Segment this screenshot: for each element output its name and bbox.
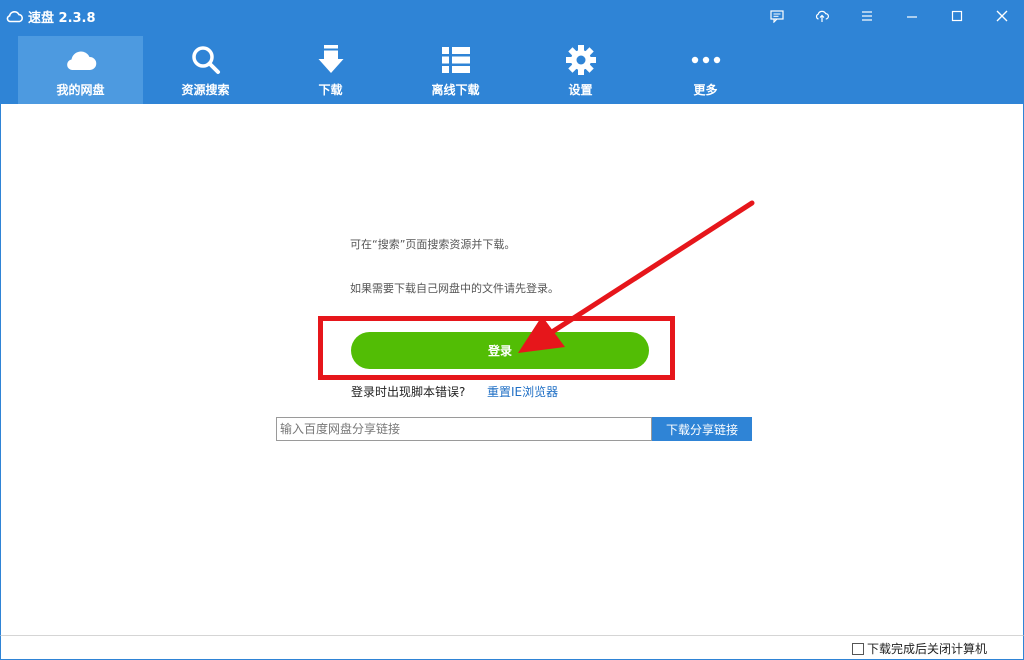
cloud-logo-icon: [6, 10, 23, 23]
nav-more[interactable]: 更多: [643, 36, 768, 104]
nav-label: 离线下载: [431, 83, 480, 97]
script-error-text: 登录时出现脚本错误?: [351, 385, 466, 399]
maximize-icon: [951, 10, 962, 22]
nav-label: 资源搜索: [181, 83, 230, 97]
nav-resource-search[interactable]: 资源搜索: [143, 36, 268, 104]
close-button[interactable]: [979, 0, 1024, 32]
main-nav: 我的网盘 资源搜索 下载 离线下载 设置 更多: [18, 36, 768, 104]
app-title-area: 速盘 2.3.8: [6, 6, 96, 26]
chat-button[interactable]: [754, 0, 799, 32]
reset-ie-link[interactable]: 重置IE浏览器: [487, 383, 558, 400]
main-content: [0, 104, 1024, 635]
download-share-button[interactable]: 下载分享链接: [652, 417, 752, 441]
close-icon: [996, 10, 1007, 22]
search-hint-text: 可在“搜索”页面搜索资源并下载。: [350, 238, 516, 251]
download-icon: [318, 45, 343, 73]
nav-my-disk[interactable]: 我的网盘: [18, 36, 143, 104]
window-controls: [754, 0, 1024, 32]
search-icon: [191, 46, 220, 74]
title-bar: 速盘 2.3.8 我的网盘 资源搜索 下载 离线下载 设置 更多: [0, 0, 1024, 104]
minimize-icon: [906, 16, 917, 18]
nav-label: 下载: [318, 83, 343, 97]
cloud-icon: [66, 51, 96, 70]
nav-offline-download[interactable]: 离线下载: [393, 36, 518, 104]
more-icon: [691, 56, 720, 64]
share-link-input[interactable]: [276, 417, 652, 441]
chat-icon: [769, 10, 784, 23]
cloud-upload-icon: [815, 10, 829, 22]
nav-label: 我的网盘: [56, 83, 105, 97]
gear-icon: [565, 45, 596, 75]
app-title: 速盘 2.3.8: [28, 10, 96, 26]
shutdown-option[interactable]: 下载完成后关闭计算机: [851, 640, 987, 657]
nav-settings[interactable]: 设置: [518, 36, 643, 104]
shutdown-checkbox[interactable]: [851, 642, 864, 655]
cloud-sync-button[interactable]: [799, 0, 844, 32]
menu-icon: [861, 11, 872, 21]
shutdown-label: 下载完成后关闭计算机: [866, 642, 987, 656]
minimize-button[interactable]: [889, 0, 934, 32]
login-button[interactable]: 登录: [351, 332, 649, 369]
nav-download[interactable]: 下载: [268, 36, 393, 104]
menu-button[interactable]: [844, 0, 889, 32]
status-bar: 下载完成后关闭计算机: [0, 635, 1024, 660]
nav-label: 设置: [568, 83, 593, 97]
maximize-button[interactable]: [934, 0, 979, 32]
login-hint-text: 如果需要下载自己网盘中的文件请先登录。: [350, 282, 559, 295]
list-icon: [441, 47, 470, 73]
nav-label: 更多: [693, 83, 718, 97]
